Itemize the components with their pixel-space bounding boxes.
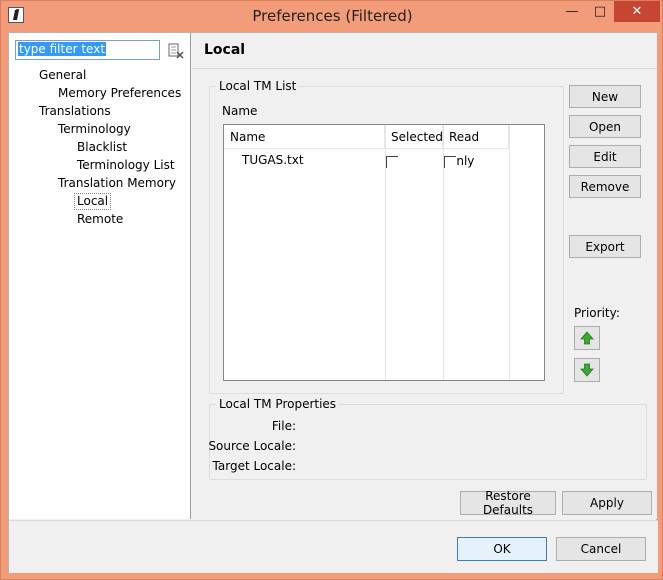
column-header-read-only[interactable]: Read only	[443, 125, 509, 168]
edit-button[interactable]: Edit	[569, 145, 641, 168]
close-button[interactable]: ✕	[614, 1, 660, 22]
filter-text: type filter text	[18, 42, 107, 56]
selected-checkbox[interactable]	[386, 156, 398, 168]
source-locale-label: Source Locale:	[208, 439, 296, 453]
priority-up-button[interactable]	[574, 326, 600, 350]
tm-table[interactable]: Name Selected Read only TUGAS.txt	[223, 124, 545, 381]
column-header-selected[interactable]: Selected	[385, 125, 443, 149]
minimize-button[interactable]: —	[557, 1, 587, 22]
tree-item-translations[interactable]: Translations	[39, 103, 111, 120]
open-button[interactable]: Open	[569, 115, 641, 138]
title-bar[interactable]: Preferences (Filtered) — □ ✕	[1, 1, 663, 32]
arrow-down-icon	[580, 363, 594, 377]
remove-button[interactable]: Remove	[569, 175, 641, 198]
priority-down-button[interactable]	[574, 358, 600, 382]
page-title: Local	[204, 42, 246, 58]
export-button[interactable]: Export	[569, 235, 641, 258]
tree-item-memory-preferences[interactable]: Memory Preferences	[58, 85, 181, 102]
column-divider	[509, 125, 510, 380]
target-locale-label: Target Locale:	[212, 459, 296, 473]
tree-item-general[interactable]: General	[39, 67, 86, 84]
new-button[interactable]: New	[569, 85, 641, 108]
arrow-up-icon	[580, 331, 594, 345]
priority-label: Priority:	[574, 306, 620, 320]
apply-button[interactable]: Apply	[562, 491, 652, 515]
tree-item-translation-memory[interactable]: Translation Memory	[58, 175, 176, 192]
tree-item-local[interactable]: Local	[74, 193, 112, 210]
tree-item-terminology[interactable]: Terminology	[58, 121, 131, 138]
tree-item-terminology-list[interactable]: Terminology List	[77, 157, 175, 174]
file-label: File:	[271, 419, 296, 433]
dialog-button-bar: OK Cancel	[9, 520, 658, 573]
ok-button[interactable]: OK	[457, 537, 547, 561]
restore-defaults-button[interactable]: Restore Defaults	[460, 489, 556, 517]
preference-tree-pane: type filter text General Memory Preferen…	[9, 33, 191, 519]
local-tm-properties-group: Local TM Properties File: Source Locale:…	[208, 397, 647, 480]
column-header-name[interactable]: Name	[224, 125, 385, 149]
page-header: Local	[192, 33, 657, 69]
row-name-cell[interactable]: TUGAS.txt	[242, 153, 304, 167]
local-tm-list-label: Local TM List	[216, 79, 300, 93]
tree-item-remote[interactable]: Remote	[77, 211, 123, 228]
preferences-window: Preferences (Filtered) — □ ✕ type filter…	[0, 0, 663, 580]
local-tm-list-group: Local TM List Name Name Selected Read on…	[209, 79, 564, 394]
name-caption: Name	[222, 104, 258, 118]
filter-input[interactable]: type filter text	[15, 40, 160, 60]
maximize-button[interactable]: □	[585, 1, 615, 22]
clear-filter-icon[interactable]	[168, 43, 184, 59]
preference-page: Local Local TM List Name Name Selected R…	[192, 33, 657, 519]
local-tm-properties-label: Local TM Properties	[216, 397, 340, 411]
dialog-client-area: type filter text General Memory Preferen…	[8, 32, 658, 573]
read-only-checkbox[interactable]	[444, 156, 456, 168]
tree-item-blacklist[interactable]: Blacklist	[77, 139, 127, 156]
cancel-button[interactable]: Cancel	[556, 537, 646, 561]
